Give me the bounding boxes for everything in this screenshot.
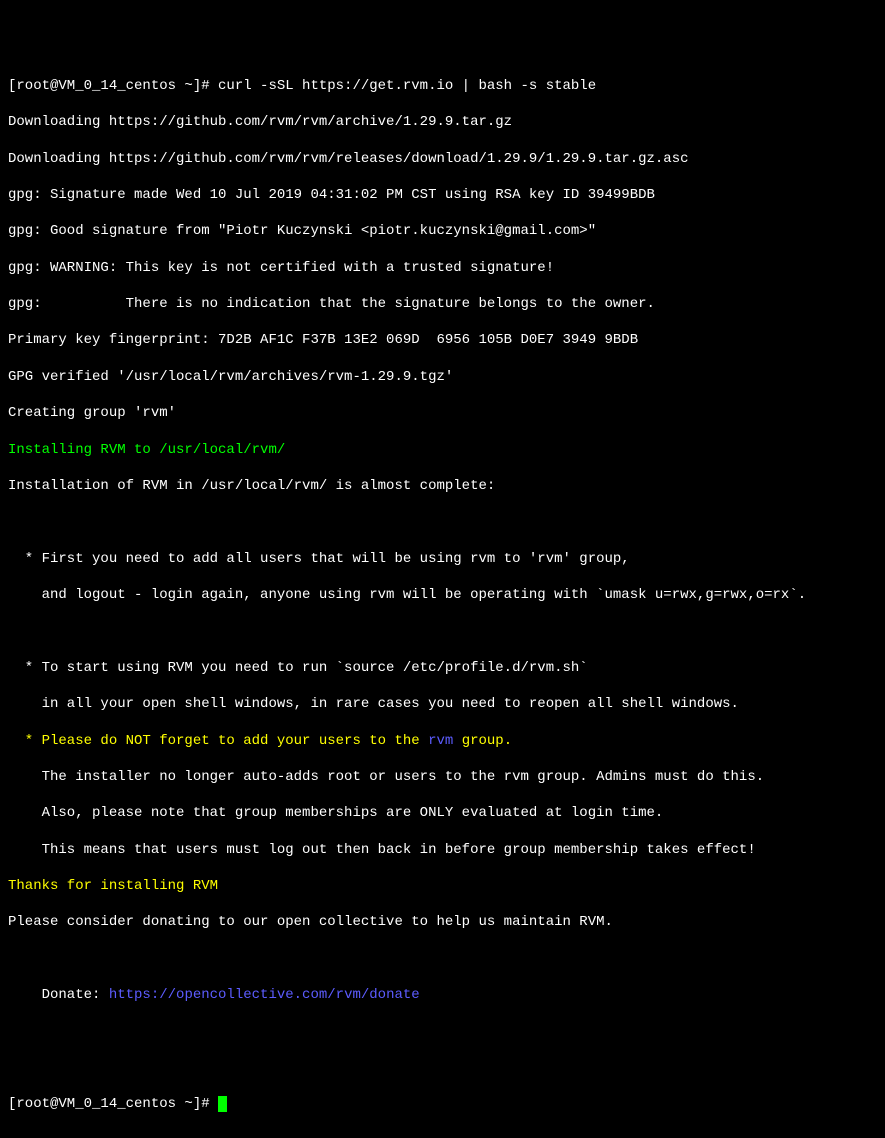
output-line: Please consider donating to our open col…	[8, 913, 877, 931]
output-line: Installation of RVM in /usr/local/rvm/ i…	[8, 477, 877, 495]
blank-line	[8, 1059, 877, 1077]
bullet-line: * First you need to add all users that w…	[8, 550, 877, 568]
output-line: GPG verified '/usr/local/rvm/archives/rv…	[8, 368, 877, 386]
output-line: gpg: Signature made Wed 10 Jul 2019 04:3…	[8, 186, 877, 204]
output-line: Primary key fingerprint: 7D2B AF1C F37B …	[8, 331, 877, 349]
bullet-line: * To start using RVM you need to run `so…	[8, 659, 877, 677]
output-line: Downloading https://github.com/rvm/rvm/a…	[8, 113, 877, 131]
command-line: [root@VM_0_14_centos ~]# curl -sSL https…	[8, 77, 877, 95]
output-line: gpg: Good signature from "Piotr Kuczynsk…	[8, 222, 877, 240]
output-line: gpg: There is no indication that the sig…	[8, 295, 877, 313]
rvm-word: rvm	[428, 733, 453, 749]
bullet-line: * Please do NOT forget to add your users…	[8, 732, 877, 750]
donate-label: Donate:	[8, 987, 109, 1003]
blank-line	[8, 622, 877, 640]
thanks-line: Thanks for installing RVM	[8, 877, 877, 895]
warning-text: group.	[453, 733, 512, 749]
shell-prompt: [root@VM_0_14_centos ~]#	[8, 1096, 218, 1112]
bullet-line: Also, please note that group memberships…	[8, 804, 877, 822]
prompt-line[interactable]: [root@VM_0_14_centos ~]#	[8, 1095, 877, 1113]
donate-url: https://opencollective.com/rvm/donate	[109, 987, 420, 1003]
bullet-line: in all your open shell windows, in rare …	[8, 695, 877, 713]
warning-text: * Please do NOT forget to add your users…	[8, 733, 428, 749]
bullet-line: and logout - login again, anyone using r…	[8, 586, 877, 604]
blank-line	[8, 513, 877, 531]
installing-line: Installing RVM to /usr/local/rvm/	[8, 441, 877, 459]
blank-line	[8, 1023, 877, 1041]
output-line: gpg: WARNING: This key is not certified …	[8, 259, 877, 277]
output-line: Downloading https://github.com/rvm/rvm/r…	[8, 150, 877, 168]
output-line: Creating group 'rvm'	[8, 404, 877, 422]
bullet-line: The installer no longer auto-adds root o…	[8, 768, 877, 786]
blank-line	[8, 950, 877, 968]
cursor	[218, 1096, 227, 1112]
donate-line: Donate: https://opencollective.com/rvm/d…	[8, 986, 877, 1004]
bullet-line: This means that users must log out then …	[8, 841, 877, 859]
